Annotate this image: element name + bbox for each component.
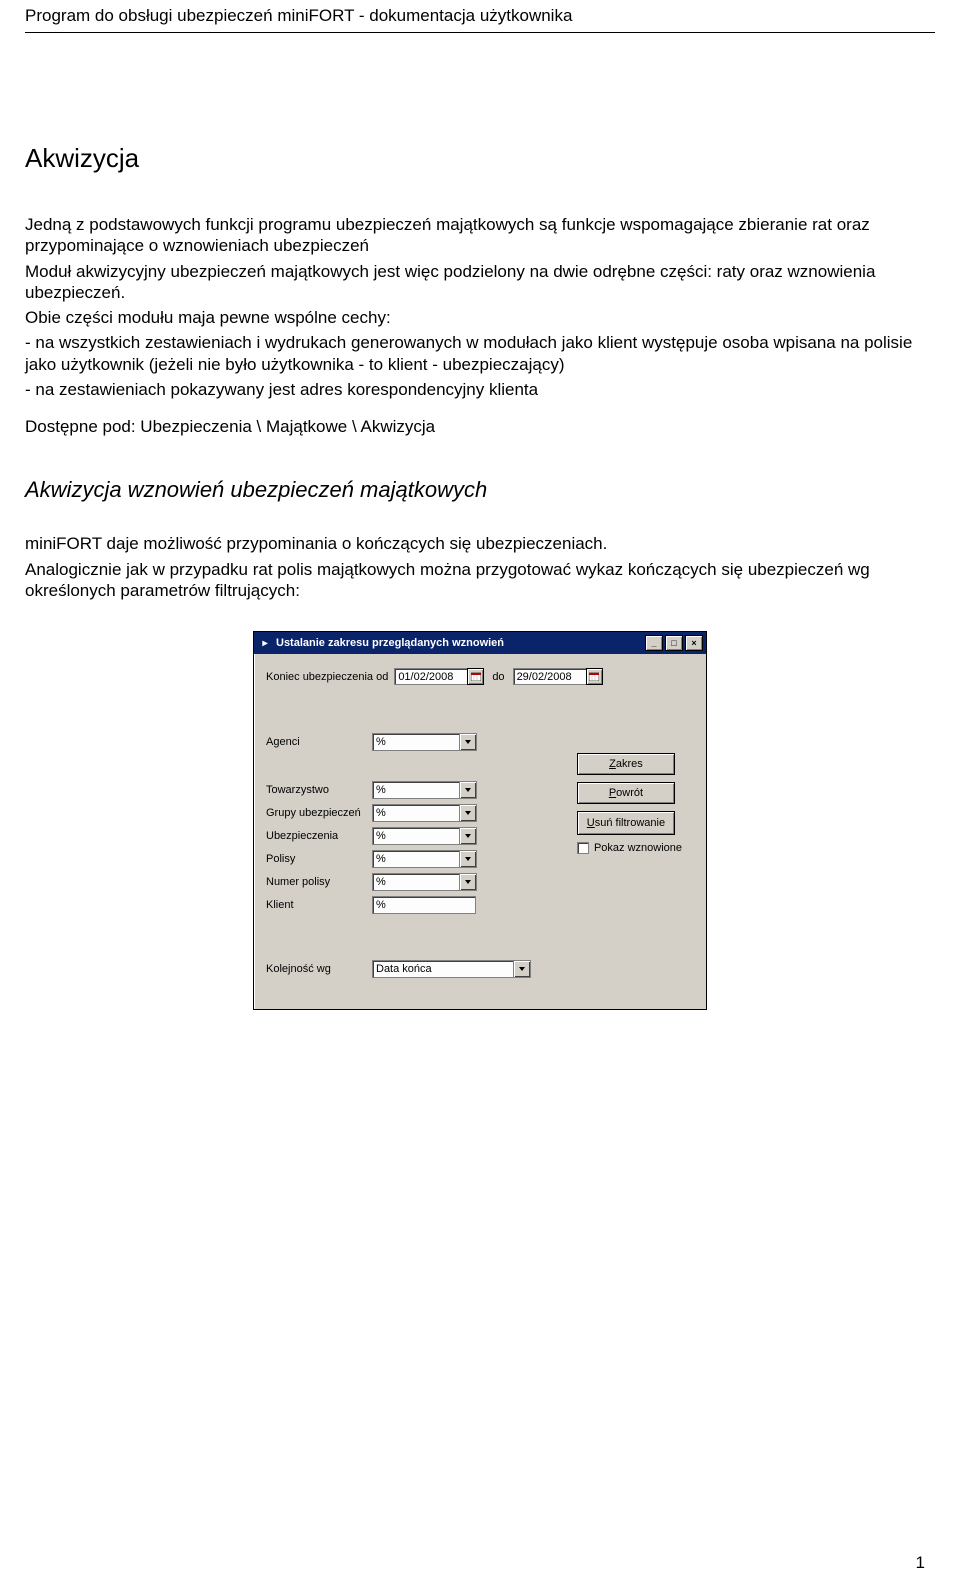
dialog-window: ▸ Ustalanie zakresu przeglądanych wznowi… bbox=[253, 631, 707, 1010]
grupy-combo-input[interactable]: % bbox=[372, 804, 460, 822]
section-para-1: miniFORT daje możliwość przypominania o … bbox=[25, 533, 935, 554]
kolejnosc-combo[interactable]: Data końca bbox=[372, 960, 531, 978]
towarzystwo-combo[interactable]: % bbox=[372, 781, 477, 799]
kolejnosc-combo-input[interactable]: Data końca bbox=[372, 960, 514, 978]
usun-button-label: suń filtrowanie bbox=[595, 817, 665, 829]
close-icon[interactable]: × bbox=[685, 635, 703, 651]
towarzystwo-combo-input[interactable]: % bbox=[372, 781, 460, 799]
label-numer-polisy: Numer polisy bbox=[266, 876, 372, 888]
powrot-button[interactable]: Powrót bbox=[577, 782, 675, 804]
available-path: Dostępne pod: Ubezpieczenia \ Majątkowe … bbox=[25, 416, 935, 437]
label-agenci: Agenci bbox=[266, 736, 372, 748]
titlebar-text: Ustalanie zakresu przeglądanych wznowień bbox=[276, 637, 643, 649]
zakres-button-accel: Z bbox=[609, 758, 616, 770]
label-date-from: Koniec ubezpieczenia od bbox=[266, 671, 388, 683]
label-date-to: do bbox=[492, 671, 504, 683]
chevron-down-icon[interactable] bbox=[514, 960, 531, 978]
chevron-down-icon[interactable] bbox=[460, 804, 477, 822]
section-para-2: Analogicznie jak w przypadku rat polis m… bbox=[25, 559, 935, 602]
intro-para-1: Jedną z podstawowych funkcji programu ub… bbox=[25, 214, 935, 257]
label-kolejnosc: Kolejność wg bbox=[266, 963, 372, 975]
date-from-input[interactable]: 01/02/2008 bbox=[394, 668, 468, 685]
intro-para-3: Obie części modułu maja pewne wspólne ce… bbox=[25, 307, 935, 328]
label-polisy: Polisy bbox=[266, 853, 372, 865]
chevron-down-icon[interactable] bbox=[460, 733, 477, 751]
pokaz-wznowione-row[interactable]: Pokaz wznowione bbox=[577, 842, 682, 854]
date-to-input[interactable]: 29/02/2008 bbox=[513, 668, 587, 685]
usun-filtrowanie-button[interactable]: Usuń filtrowanie bbox=[577, 811, 675, 835]
page-title: Akwizycja bbox=[25, 143, 935, 174]
agenci-combo[interactable]: % bbox=[372, 733, 477, 751]
maximize-icon[interactable]: □ bbox=[665, 635, 683, 651]
polisy-combo-input[interactable]: % bbox=[372, 850, 460, 868]
label-towarzystwo: Towarzystwo bbox=[266, 784, 372, 796]
ubezpieczenia-combo-input[interactable]: % bbox=[372, 827, 460, 845]
pokaz-wznowione-label: Pokaz wznowione bbox=[594, 842, 682, 854]
klient-input[interactable]: % bbox=[372, 896, 476, 914]
usun-button-accel: U bbox=[587, 817, 595, 829]
numer-polisy-combo[interactable]: % bbox=[372, 873, 477, 891]
powrot-button-label: owrót bbox=[616, 787, 643, 799]
dialog-screenshot: ▸ Ustalanie zakresu przeglądanych wznowi… bbox=[25, 631, 935, 1010]
ubezpieczenia-combo[interactable]: % bbox=[372, 827, 477, 845]
chevron-down-icon[interactable] bbox=[460, 781, 477, 799]
intro-para-2: Moduł akwizycyjny ubezpieczeń majątkowyc… bbox=[25, 261, 935, 304]
chevron-down-icon[interactable] bbox=[460, 827, 477, 845]
titlebar: ▸ Ustalanie zakresu przeglądanych wznowi… bbox=[254, 632, 706, 654]
label-grupy: Grupy ubezpieczeń bbox=[266, 807, 372, 819]
titlebar-icon: ▸ bbox=[258, 637, 272, 650]
zakres-button-label: akres bbox=[616, 758, 643, 770]
header-separator bbox=[25, 32, 935, 33]
pokaz-wznowione-checkbox[interactable] bbox=[577, 842, 589, 854]
intro-para-4: - na wszystkich zestawieniach i wydrukac… bbox=[25, 332, 935, 375]
agenci-combo-input[interactable]: % bbox=[372, 733, 460, 751]
doc-header: Program do obsługi ubezpieczeń miniFORT … bbox=[25, 0, 935, 28]
minimize-icon[interactable]: _ bbox=[645, 635, 663, 651]
chevron-down-icon[interactable] bbox=[460, 850, 477, 868]
zakres-button[interactable]: Zakres bbox=[577, 753, 675, 775]
date-from-picker-icon[interactable] bbox=[467, 668, 484, 685]
section-heading: Akwizycja wznowień ubezpieczeń majątkowy… bbox=[25, 477, 935, 503]
label-klient: Klient bbox=[266, 899, 372, 911]
intro-para-5: - na zestawieniach pokazywany jest adres… bbox=[25, 379, 935, 400]
label-ubezpieczenia: Ubezpieczenia bbox=[266, 830, 372, 842]
numer-polisy-combo-input[interactable]: % bbox=[372, 873, 460, 891]
date-to-picker-icon[interactable] bbox=[586, 668, 603, 685]
grupy-combo[interactable]: % bbox=[372, 804, 477, 822]
page-number: 1 bbox=[916, 1553, 925, 1573]
date-range-row: Koniec ubezpieczenia od 01/02/2008 do 29… bbox=[266, 668, 694, 685]
polisy-combo[interactable]: % bbox=[372, 850, 477, 868]
chevron-down-icon[interactable] bbox=[460, 873, 477, 891]
